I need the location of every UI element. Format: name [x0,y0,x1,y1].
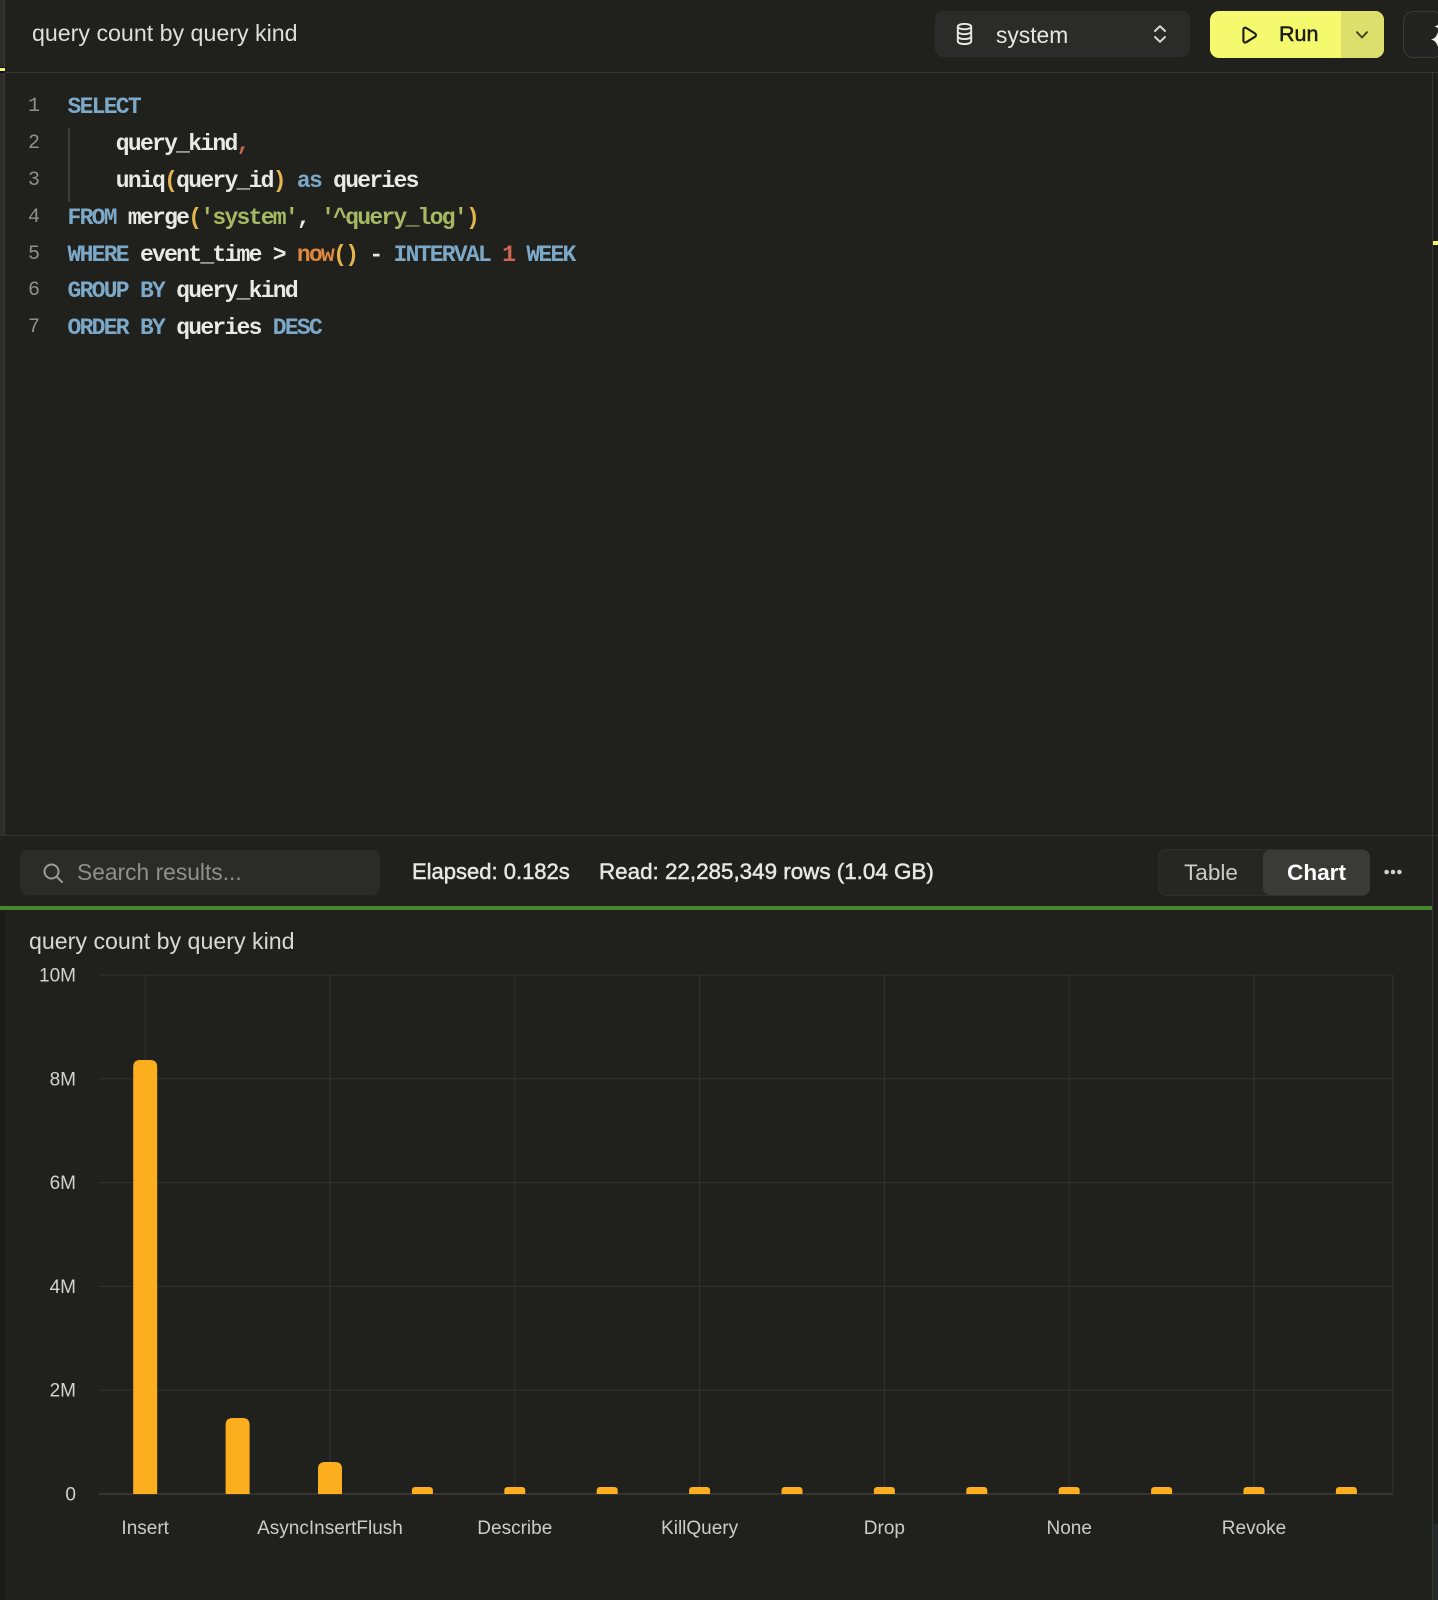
svg-text:2M: 2M [50,1381,76,1402]
svg-text:4M: 4M [50,1277,76,1298]
svg-text:10M: 10M [39,966,76,987]
svg-text:None: None [1046,1518,1091,1539]
svg-text:KillQuery: KillQuery [661,1518,739,1539]
svg-text:6M: 6M [50,1173,76,1194]
svg-text:Insert: Insert [121,1518,169,1539]
svg-text:Revoke: Revoke [1222,1518,1286,1539]
svg-text:AsyncInsertFlush: AsyncInsertFlush [257,1518,403,1539]
svg-text:Describe: Describe [477,1518,552,1539]
svg-text:8M: 8M [50,1069,76,1090]
svg-text:Drop: Drop [864,1518,905,1539]
svg-text:0: 0 [65,1485,76,1506]
